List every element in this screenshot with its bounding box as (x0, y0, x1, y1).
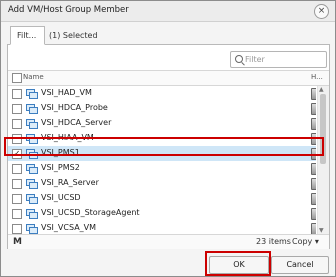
row-checkbox[interactable] (12, 104, 22, 114)
vm-name: VSI_UCSD (41, 193, 81, 202)
table-row[interactable]: VSI_PMS2 (8, 161, 316, 176)
row-checkbox[interactable] (12, 194, 22, 204)
host-icon (311, 193, 316, 205)
host-icon (311, 103, 316, 115)
vm-name: VSI_HDCA_Server (41, 118, 112, 127)
title-bar: Add VM/Host Group Member × (1, 1, 335, 22)
host-icon (311, 208, 316, 220)
table-row[interactable]: VSI_HAD_VM (8, 86, 316, 101)
host-icon (311, 178, 316, 190)
vm-icon (26, 119, 38, 129)
filter-box[interactable] (230, 51, 327, 68)
table-row[interactable]: VSI_UCSD (8, 191, 316, 206)
copy-button[interactable]: Copy ▾ (292, 237, 319, 246)
filter-input[interactable] (245, 53, 321, 65)
search-icon (235, 55, 243, 63)
vertical-scrollbar[interactable]: ▲ ▼ (317, 86, 329, 236)
row-checkbox[interactable]: ✓ (12, 149, 22, 159)
binoculars-icon[interactable]: M (13, 237, 22, 247)
vm-icon (26, 89, 38, 99)
row-checkbox[interactable] (12, 89, 22, 99)
vm-name: VSI_HIAA_VM (41, 133, 94, 142)
table-row[interactable]: VSI_HIAA_VM (8, 131, 316, 146)
vm-icon (26, 164, 38, 174)
scroll-up-icon[interactable]: ▲ (319, 86, 324, 93)
host-icon (311, 133, 316, 145)
vm-name: VSI_UCSD_StorageAgent (41, 208, 140, 217)
vm-name: VSI_RA_Server (41, 178, 99, 187)
select-all-checkbox[interactable] (12, 73, 22, 83)
vm-icon (26, 194, 38, 204)
tab-filter[interactable]: Filt... (10, 26, 45, 45)
vm-icon (26, 209, 38, 219)
column-name-header[interactable]: Name (23, 73, 44, 81)
row-checkbox[interactable] (12, 134, 22, 144)
ok-button[interactable]: OK (209, 256, 269, 274)
vm-icon (26, 149, 38, 159)
host-icon (311, 163, 316, 175)
vm-name: VSI_VCSA_VM (41, 223, 97, 232)
dialog-title: Add VM/Host Group Member (8, 5, 129, 15)
row-checkbox[interactable] (12, 119, 22, 129)
vm-icon (26, 104, 38, 114)
vm-icon (26, 134, 38, 144)
vm-name: VSI_HAD_VM (41, 88, 92, 97)
host-icon (311, 118, 316, 130)
host-icon (311, 88, 316, 100)
scroll-down-icon[interactable]: ▼ (319, 227, 324, 234)
item-count: 23 items (256, 237, 291, 246)
object-list: VSI_HAD_VM VSI_HDCA_Probe VSI_HDCA_Serve… (8, 86, 316, 236)
vm-icon (26, 224, 38, 234)
table-row[interactable]: VSI_HDCA_Probe (8, 101, 316, 116)
table-header: Name H... (8, 70, 329, 86)
tab-selected-objects[interactable]: (1) Selected Objects (42, 26, 134, 57)
row-checkbox[interactable] (12, 164, 22, 174)
vm-name: VSI_HDCA_Probe (41, 103, 108, 112)
row-checkbox[interactable] (12, 179, 22, 189)
table-row[interactable]: VSI_RA_Server (8, 176, 316, 191)
vm-icon (26, 179, 38, 189)
row-checkbox[interactable] (12, 224, 22, 234)
add-group-member-dialog: Add VM/Host Group Member × Filt... (1) S… (0, 0, 336, 277)
close-icon[interactable]: × (314, 4, 329, 19)
table-row-selected[interactable]: ✓ VSI_PMS1 (8, 146, 316, 161)
host-icon (311, 148, 316, 160)
cancel-button[interactable]: Cancel (271, 256, 329, 274)
object-list-panel: Name H... VSI_HAD_VM VSI_HDCA_Probe VSI_… (7, 44, 330, 249)
scroll-thumb[interactable] (320, 94, 326, 164)
column-host-header[interactable]: H... (311, 73, 323, 81)
table-row[interactable]: VSI_HDCA_Server (8, 116, 316, 131)
table-row[interactable]: VSI_UCSD_StorageAgent (8, 206, 316, 221)
vm-name: VSI_PMS1 (41, 148, 80, 157)
list-footer: M 23 items Copy ▾ (8, 234, 329, 249)
row-checkbox[interactable] (12, 209, 22, 219)
vm-name: VSI_PMS2 (41, 163, 80, 172)
